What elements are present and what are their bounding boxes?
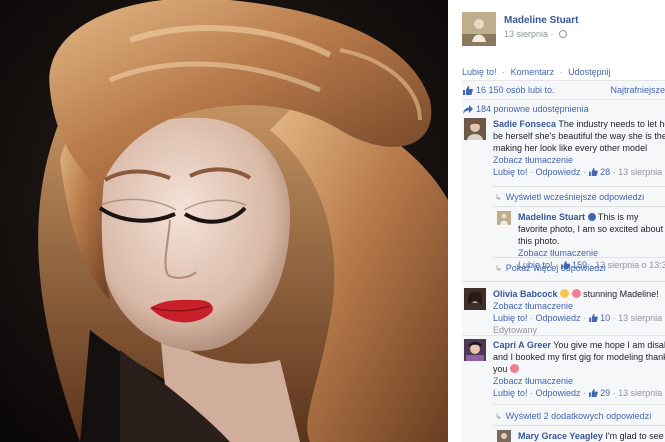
comment-time[interactable]: 13 sierpnia o 05:31 (618, 313, 665, 323)
view-more-replies-label[interactable]: Wyświetl 2 dodatkowych odpowiedzi (506, 411, 652, 421)
comment-like-count[interactable]: 10 (600, 313, 610, 323)
comments-list: Sadie Fonseca The industry needs to let … (462, 115, 665, 442)
post-header: Madeline Stuart 13 sierpnia · (462, 12, 662, 52)
date-separator: · (550, 29, 554, 39)
translate-link[interactable]: Zobacz tłumaczenie (493, 300, 665, 312)
thumbs-up-icon (588, 168, 598, 176)
comment-reply-link[interactable]: Odpowiedz (536, 167, 581, 177)
comment-text: stunning Madeline! (583, 289, 659, 299)
divider (493, 425, 665, 426)
comment-meta: Lubię to! · Odpowiedz · 28 · 13 sierpnia… (493, 166, 665, 178)
divider (493, 206, 665, 207)
divider (493, 257, 665, 258)
portrait-image (0, 0, 448, 442)
commenter-avatar[interactable] (464, 339, 486, 361)
comment-meta: Lubię to! · Odpowiedz · 29 · 13 sierpnia… (493, 387, 665, 399)
reply-author[interactable]: Madeline Stuart (518, 212, 585, 222)
heart-emoji-icon (571, 289, 581, 298)
share-action[interactable]: Udostępnij (568, 67, 611, 77)
comment-author[interactable]: Olivia Babcock (493, 289, 558, 299)
reply-arrow-icon: ↳ (495, 264, 502, 273)
reply-text: I'm glad to see that (605, 431, 665, 441)
post-actions: Lubię to! · Komentarz · Udostępnij (462, 67, 611, 77)
divider (493, 404, 665, 405)
reply-avatar[interactable] (497, 430, 511, 442)
share-icon (463, 105, 473, 114)
post-details-panel: Madeline Stuart 13 sierpnia · Lubię to! … (448, 0, 665, 442)
comment-body: Sadie Fonseca The industry needs to let … (493, 118, 665, 178)
commenter-avatar[interactable] (464, 288, 486, 310)
action-separator: · (559, 67, 563, 77)
comment-edited[interactable]: Edytowany (493, 325, 537, 335)
thumbs-up-icon (588, 389, 598, 397)
comment-reply-link[interactable]: Odpowiedz (536, 388, 581, 398)
view-earlier-replies-label[interactable]: Wyświetl wcześniejsze odpowiedzi (506, 192, 644, 202)
translate-link[interactable]: Zobacz tłumaczenie (493, 154, 665, 166)
reply-body: Madeline Stuart This is my favorite phot… (518, 211, 665, 271)
likes-row[interactable]: 16 150 osób lubi to. Najtrafniejsze (462, 81, 665, 100)
comment-time[interactable]: 13 sierpnia o 05:29 (618, 167, 665, 177)
post-photo[interactable] (0, 0, 448, 442)
post-date-text[interactable]: 13 sierpnia (504, 29, 548, 39)
view-more-replies[interactable]: ↳ Wyświetl 2 dodatkowych odpowiedzi (495, 411, 651, 421)
post-date[interactable]: 13 sierpnia · (504, 29, 568, 39)
likes-count[interactable]: 16 150 osób lubi to. (476, 85, 555, 95)
page-avatar[interactable] (462, 12, 496, 46)
reply-body: Mary Grace Yeagley I'm glad to see that (518, 430, 665, 442)
comment-body: Olivia Babcock stunning Madeline! Zobacz… (493, 288, 665, 336)
reply-author[interactable]: Mary Grace Yeagley (518, 431, 603, 441)
show-more-replies-label[interactable]: Pokaż więcej odpowiedzi (506, 263, 606, 273)
comment-like-count[interactable]: 29 (600, 388, 610, 398)
comment-like-count[interactable]: 28 (600, 167, 610, 177)
heart-emoji-icon (510, 364, 520, 373)
commenter-avatar[interactable] (464, 118, 486, 140)
comment-like-link[interactable]: Lubię to! (493, 388, 528, 398)
reply-arrow-icon: ↳ (495, 412, 502, 421)
comment-author[interactable]: Sadie Fonseca (493, 119, 556, 129)
action-separator: · (502, 67, 506, 77)
comment-time[interactable]: 13 sierpnia o 05:40 (618, 388, 665, 398)
divider (462, 335, 665, 336)
reply-avatar[interactable] (497, 211, 511, 225)
translate-link[interactable]: Zobacz tłumaczenie (493, 375, 665, 387)
divider (493, 186, 665, 187)
comment-body: Capri A Greer You give me hope I am disa… (493, 339, 665, 399)
smile-emoji-icon (560, 289, 570, 298)
comment-reply-link[interactable]: Odpowiedz (536, 313, 581, 323)
divider (462, 281, 665, 282)
show-more-replies[interactable]: ↳ Pokaż więcej odpowiedzi (495, 263, 606, 273)
comment-meta: Lubię to! · Odpowiedz · 10 · 13 sierpnia… (493, 312, 665, 324)
post-stats: 16 150 osób lubi to. Najtrafniejsze 184 … (462, 80, 665, 119)
comment-like-link[interactable]: Lubię to! (493, 167, 528, 177)
thumbs-up-icon (588, 314, 598, 322)
comment-action[interactable]: Komentarz (511, 67, 555, 77)
view-earlier-replies[interactable]: ↳ Wyświetl wcześniejsze odpowiedzi (495, 192, 644, 202)
comment-author[interactable]: Capri A Greer (493, 340, 551, 350)
thumbs-up-icon (463, 86, 473, 95)
page-name[interactable]: Madeline Stuart (504, 15, 578, 26)
sort-dropdown[interactable]: Najtrafniejsze (610, 81, 665, 100)
verified-badge-icon (587, 213, 596, 221)
like-action[interactable]: Lubię to! (462, 67, 497, 77)
shares-count[interactable]: 184 ponowne udostępnienia (476, 104, 589, 114)
reply-arrow-icon: ↳ (495, 193, 502, 202)
comment-like-link[interactable]: Lubię to! (493, 313, 528, 323)
globe-icon (559, 30, 568, 38)
